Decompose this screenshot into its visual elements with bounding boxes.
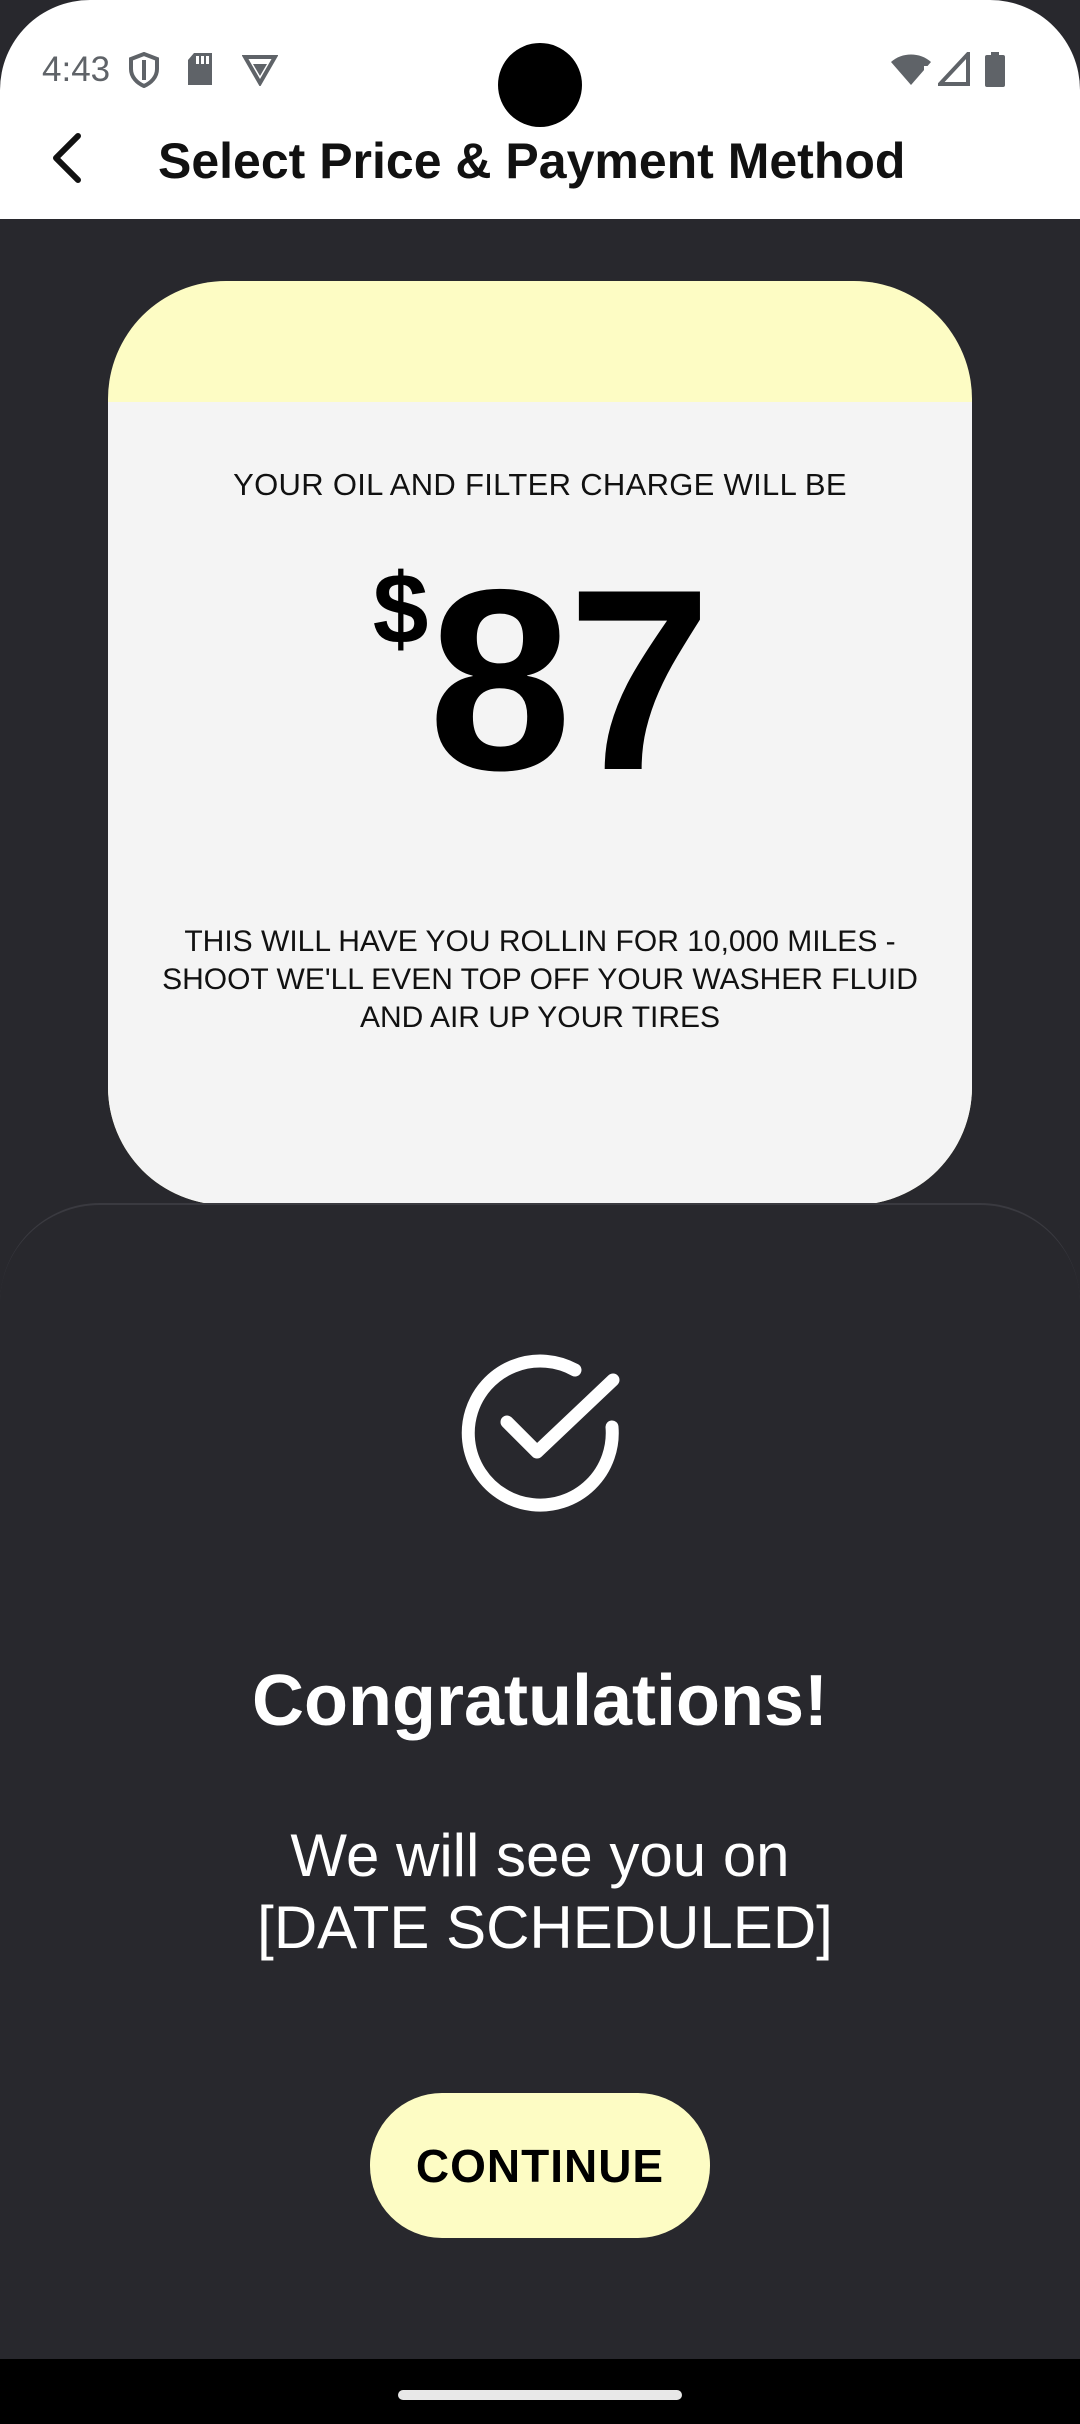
price-card-body: YOUR OIL AND FILTER CHARGE WILL BE $87 T… xyxy=(108,402,972,1205)
back-button[interactable] xyxy=(40,126,100,190)
price-card: YOUR OIL AND FILTER CHARGE WILL BE $87 T… xyxy=(108,281,972,1205)
shield-icon xyxy=(129,52,159,88)
page-title: Select Price & Payment Method xyxy=(158,133,906,189)
sd-card-icon xyxy=(188,53,212,85)
scheduled-message: We will see you on [DATE SCHEDULED] xyxy=(0,1820,1080,1964)
camera-cutout xyxy=(498,43,582,127)
wifi-alert-icon xyxy=(891,54,931,85)
signal-icon xyxy=(938,52,970,86)
price-amount: 87 xyxy=(428,535,711,824)
continue-button[interactable]: CONTINUE xyxy=(370,2093,710,2238)
status-time: 4:43 xyxy=(42,50,111,89)
home-gesture-handle[interactable] xyxy=(398,2390,682,2400)
scheduled-date: [DATE SCHEDULED] xyxy=(257,1894,833,1961)
navigation-bar xyxy=(0,2359,1080,2424)
scheduled-message-line1: We will see you on xyxy=(290,1822,790,1889)
price-display: $87 xyxy=(108,551,972,809)
congratulations-heading: Congratulations! xyxy=(252,1661,828,1741)
vpn-icon xyxy=(242,55,278,86)
price-currency: $ xyxy=(372,553,429,665)
app-header: 4:43 Select Price & Payment Method xyxy=(0,0,1080,219)
check-circle-icon xyxy=(461,1354,620,1512)
price-note: THIS WILL HAVE YOU ROLLIN FOR 10,000 MIL… xyxy=(162,925,918,1034)
battery-icon xyxy=(985,52,1005,87)
charge-label: YOUR OIL AND FILTER CHARGE WILL BE xyxy=(233,467,847,502)
